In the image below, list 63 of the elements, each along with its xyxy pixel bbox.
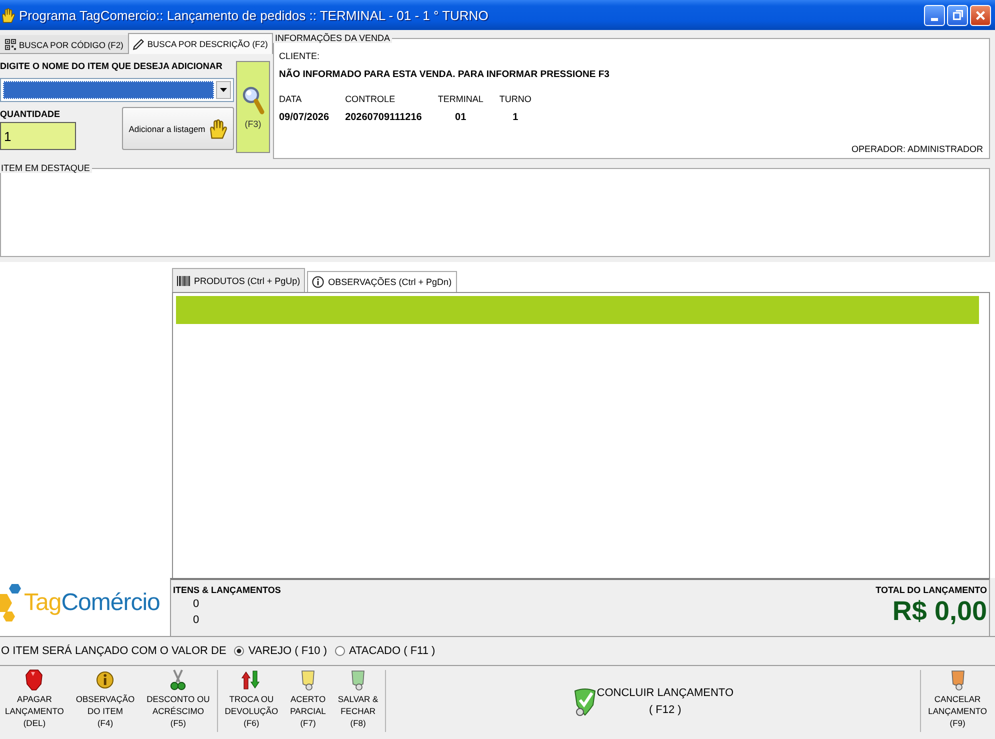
operator-label: OPERADOR: ADMINISTRADOR (851, 144, 983, 154)
window-title: Programa TagComercio:: Lançamento de pedidos :: TERMINAL - 01 - 1 ° TURNO (19, 8, 490, 22)
toolbar-button[interactable]: CANCELAR LANÇAMENTO (F9) (923, 666, 992, 729)
field-label: QUANTIDADE (0, 109, 61, 120)
price-option[interactable]: ATACADO ( F11 ) (335, 645, 436, 657)
info-label: TURNO (499, 94, 532, 104)
panel-title: ITEM EM DESTAQUE (0, 163, 92, 173)
info-label: CONTROLE (345, 94, 396, 104)
search-tab[interactable]: BUSCA POR DESCRIÇÃO (F2) (128, 33, 273, 54)
toolbar-button[interactable]: SALVAR & FECHAR (F8) (332, 666, 384, 729)
hand-icon (2, 8, 15, 22)
toolbar-button[interactable]: TROCA OU DEVOLUÇÃO (F6) (220, 666, 284, 729)
close-icon (976, 10, 985, 20)
content-tab[interactable]: PRODUTOS (Ctrl + PgUp) (172, 268, 306, 292)
info-value: 1 (512, 112, 518, 123)
restore-button[interactable] (947, 4, 968, 26)
hand-icon (210, 118, 228, 138)
info-label: DATA (279, 94, 303, 104)
client-value: NÃO INFORMADO PARA ESTA VENDA. PARA INFORMAR PRESSIONE F3 (279, 69, 610, 80)
search-button[interactable]: (F3) (236, 61, 270, 153)
barcode-icon (177, 276, 190, 286)
minimize-button[interactable] (924, 4, 945, 26)
minimize-icon (931, 18, 938, 20)
panel-title: INFORMAÇÕES DA VENDA (273, 33, 392, 43)
info-label: TERMINAL (438, 94, 484, 104)
pencil-icon (133, 38, 144, 50)
info-value: 20260709111216 (345, 112, 422, 123)
count-value: 0 (193, 613, 200, 628)
info-value: 01 (455, 112, 466, 123)
count-value: 0 (193, 597, 200, 612)
info-icon (312, 276, 324, 288)
toolbar-button[interactable]: ACERTO PARCIAL (F7) (285, 666, 331, 729)
qr-code-icon (5, 39, 16, 50)
swap-arrows-icon (241, 669, 262, 691)
scissors-icon (168, 669, 188, 691)
logo-wordmark: TagComércio (24, 588, 160, 618)
gem-icon (24, 669, 44, 691)
toolbar-button[interactable]: APAGAR LANÇAMENTO (DEL) (0, 666, 69, 729)
client-label: CLIENTE: (279, 51, 321, 61)
restore-icon (952, 10, 962, 20)
toolbar-button[interactable]: OBSERVAÇÃO DO ITEM (F4) (70, 666, 140, 729)
radio-button[interactable] (335, 646, 345, 656)
toolbar-button[interactable]: DESCONTO OU ACRÉSCIMO (F5) (142, 666, 215, 729)
search-tab[interactable]: BUSCA POR CÓDIGO (F2) (0, 35, 128, 53)
quantity-field[interactable]: 1 (0, 122, 76, 150)
caret-icon (220, 88, 227, 92)
total-value: R$ 0,00 (892, 595, 987, 627)
info-value: 09/07/2026 (279, 112, 330, 123)
search-icon (241, 85, 265, 115)
shield-check-icon (572, 687, 597, 717)
total-label: TOTAL DO LANÇAMENTO (876, 585, 987, 595)
content-tab[interactable]: OBSERVAÇÕES (Ctrl + PgDn) (307, 271, 457, 292)
price-option[interactable]: VAREJO ( F10 ) (234, 645, 327, 657)
add-to-list-button[interactable]: Adicionar a listagem (122, 107, 234, 150)
field-label: DIGITE O NOME DO ITEM QUE DESEJA ADICIONAR (0, 61, 224, 72)
hexagon-cluster-icon (0, 584, 22, 622)
close-button[interactable] (970, 4, 991, 26)
info-icon (95, 669, 116, 691)
price-mode-label: O ITEM SERÁ LANÇADO COM O VALOR DE (1, 645, 226, 657)
item-search-combobox[interactable] (0, 78, 234, 102)
radio-button[interactable] (234, 646, 244, 656)
items-label: ITENS & LANÇAMENTOS (173, 585, 281, 595)
toolbar-button[interactable]: CONCLUIR LANÇAMENTO ( F12 ) (568, 685, 738, 719)
